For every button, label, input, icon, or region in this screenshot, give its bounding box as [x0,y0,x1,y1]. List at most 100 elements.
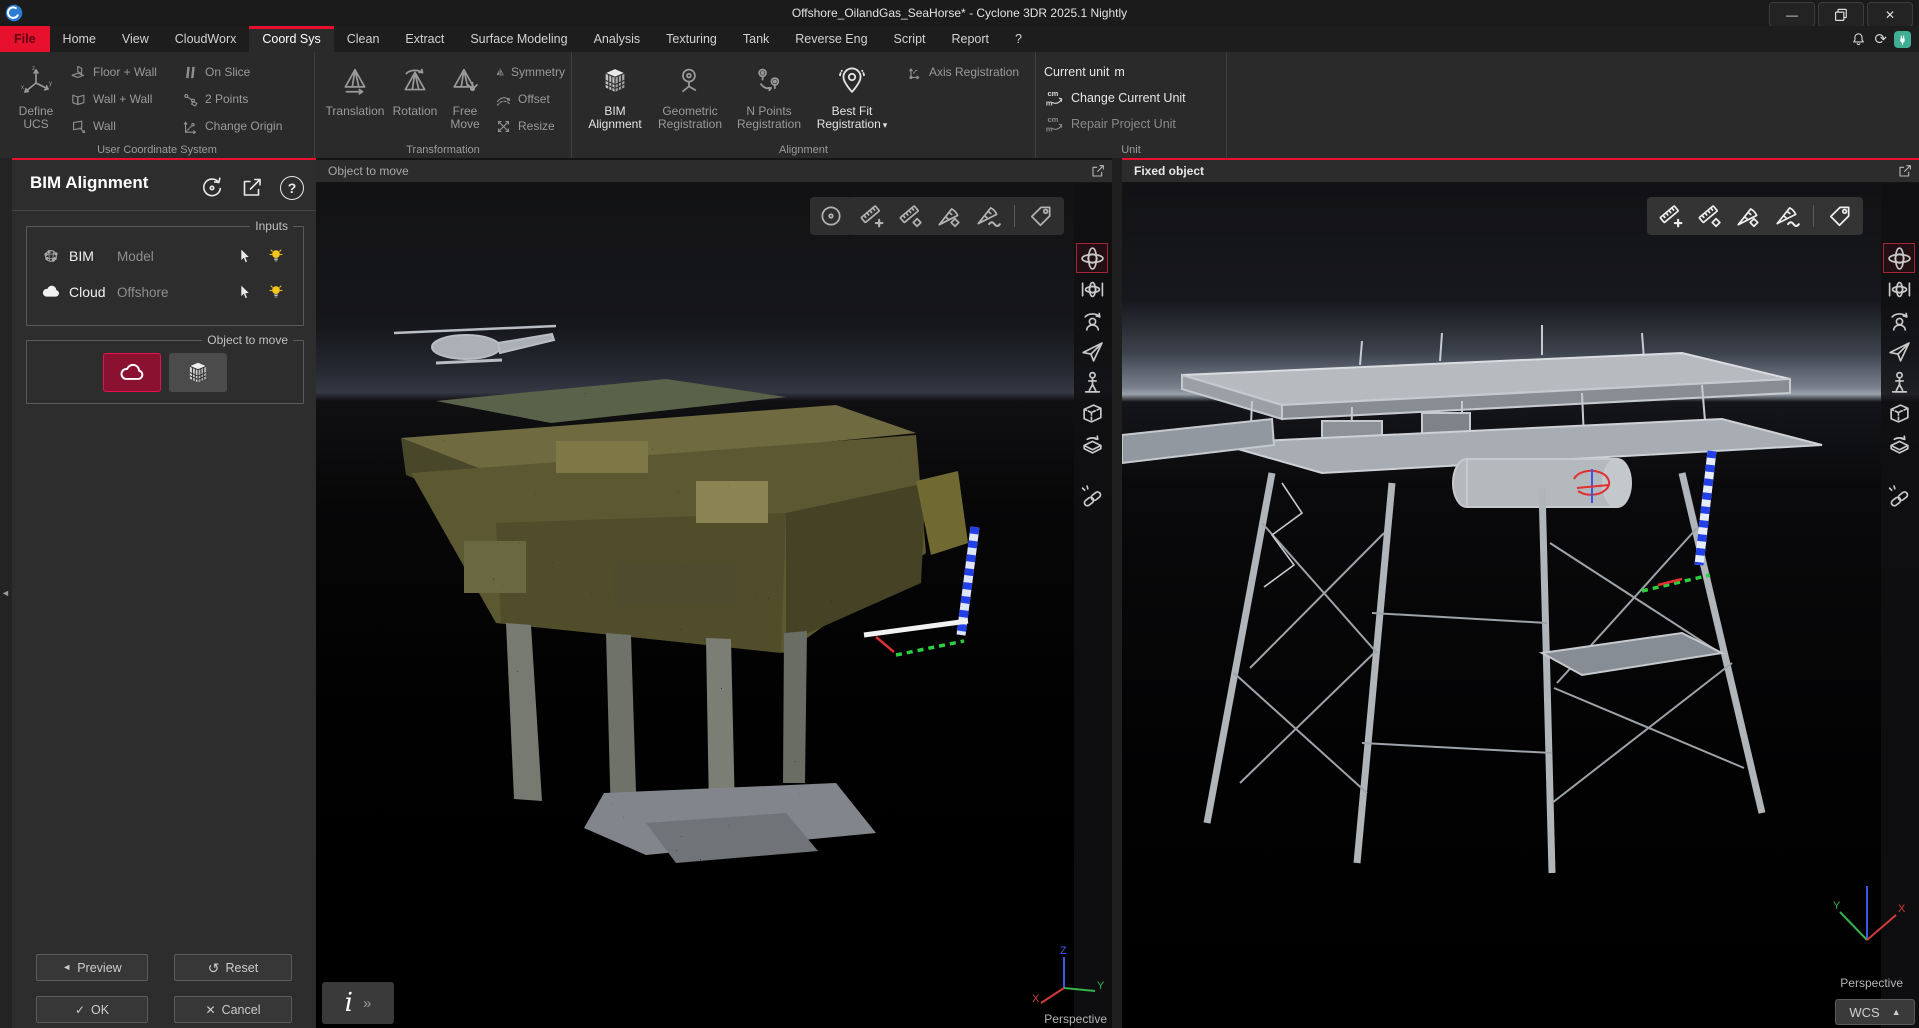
change-current-unit-button[interactable]: Change Current Unit [1044,89,1186,107]
tab-analysis[interactable]: Analysis [581,26,654,52]
help-icon[interactable]: ? [280,176,304,200]
geometric-registration-button[interactable]: Geometric Registration [650,56,730,142]
add-measurement-icon[interactable] [858,203,884,229]
walk-mode-button[interactable] [1076,367,1108,397]
add-measurement-icon[interactable] [1657,203,1683,229]
view-cube-button[interactable] [1883,398,1915,428]
angle-profile-icon[interactable] [1774,203,1800,229]
repair-project-unit-button[interactable]: Repair Project Unit [1044,115,1186,133]
on-slice-icon [182,64,199,81]
turntable-button[interactable] [1883,429,1915,459]
projection-label-left[interactable]: Perspective [1044,1012,1107,1026]
tab-tank[interactable]: Tank [730,26,782,52]
angle-profile-icon[interactable] [975,203,1001,229]
preview-button[interactable]: ◄Preview [36,954,148,981]
tab-view[interactable]: View [109,26,162,52]
constrained-orbit-button[interactable] [1883,274,1915,304]
close-button[interactable]: ✕ [1867,2,1913,27]
panel-collapse-handle[interactable]: ◄ [1,588,10,598]
viewport-splitter[interactable] [1112,158,1122,1028]
detach-panel-icon[interactable] [240,176,264,200]
free-move-button[interactable]: Free Move [443,56,487,142]
navigation-toolbar-left [1075,243,1109,513]
wall-wall-button[interactable]: Wall + Wall [70,90,176,108]
pick-bim-cursor-icon[interactable] [235,246,253,266]
rotation-button[interactable]: Rotation [387,56,443,142]
best-fit-dropdown-caret[interactable]: ▾ [883,120,888,130]
examine-icon [1887,308,1912,333]
edit-measurement-icon[interactable] [1696,203,1722,229]
svg-text:Y: Y [1833,900,1841,912]
tab-reverse-eng[interactable]: Reverse Eng [782,26,880,52]
examine-mode-button[interactable] [1883,305,1915,335]
label-tag-icon[interactable] [1827,203,1853,229]
viewport-left-expand-icon[interactable] [1090,163,1106,179]
tab-surface-modeling[interactable]: Surface Modeling [457,26,580,52]
tab-texturing[interactable]: Texturing [653,26,730,52]
walk-mode-button[interactable] [1883,367,1915,397]
change-origin-button[interactable]: Change Origin [182,117,294,135]
view-cube-button[interactable] [1076,398,1108,428]
tab-help[interactable]: ? [1002,26,1035,52]
fly-mode-button[interactable] [1076,336,1108,366]
rotation-icon [400,66,430,96]
edit-measurement-icon[interactable] [897,203,923,229]
tab-coord-sys[interactable]: Coord Sys [249,26,333,52]
inputs-legend: Inputs [250,219,293,233]
label-tag-icon[interactable] [1028,203,1054,229]
angle-measurement-icon[interactable] [936,203,962,229]
reset-history-icon[interactable] [200,176,224,200]
cloud-visibility-bulb-icon[interactable] [267,282,285,302]
move-cloud-toggle[interactable] [103,353,161,392]
tab-script[interactable]: Script [881,26,939,52]
angle-measurement-icon[interactable] [1735,203,1761,229]
resize-button[interactable]: Resize [495,117,565,135]
notifications-bell-icon[interactable] [1850,31,1867,48]
on-slice-button[interactable]: On Slice [182,63,294,81]
connection-status-icon[interactable] [1894,31,1911,48]
translation-button[interactable]: Translation [323,56,387,142]
floor-wall-button[interactable]: Floor + Wall [70,63,176,81]
geometric-registration-icon [675,66,705,96]
tab-home[interactable]: Home [50,26,109,52]
orbit-mode-button[interactable] [1076,243,1108,273]
best-fit-registration-button[interactable]: Best Fit Registration▾ [808,56,896,142]
tab-extract[interactable]: Extract [392,26,457,52]
tab-report[interactable]: Report [939,26,1003,52]
constrained-orbit-button[interactable] [1076,274,1108,304]
app-icon[interactable] [5,4,23,22]
tab-file[interactable]: File [0,26,50,52]
fly-mode-button[interactable] [1883,336,1915,366]
pick-cloud-cursor-icon[interactable] [235,282,253,302]
reset-button[interactable]: ↺Reset [174,954,292,981]
minimize-button[interactable]: — [1769,2,1815,27]
offset-button[interactable]: Offset [495,90,565,108]
tab-clean[interactable]: Clean [334,26,393,52]
link-views-button[interactable] [1076,482,1108,512]
sync-icon[interactable]: ⟳ [1874,32,1887,47]
move-bim-toggle[interactable] [169,353,227,392]
restore-button[interactable] [1818,2,1864,27]
projection-label-right[interactable]: Perspective [1840,976,1903,990]
info-button[interactable]: i » [322,982,394,1024]
symmetry-button[interactable]: Symmetry [495,63,565,81]
examine-mode-button[interactable] [1076,305,1108,335]
viewport-right-expand-icon[interactable] [1897,163,1913,179]
two-points-button[interactable]: 2 Points [182,90,294,108]
expand-info-chevrons[interactable]: » [363,995,371,1012]
bim-visibility-bulb-icon[interactable] [267,246,285,266]
wall-button[interactable]: Wall [70,117,176,135]
axis-registration-button[interactable]: Axis Registration [906,63,1026,81]
coordinate-system-dropdown[interactable]: WCS ▲ [1835,999,1915,1025]
tab-cloudworx[interactable]: CloudWorx [162,26,250,52]
n-points-registration-button[interactable]: N Points Registration [730,56,808,142]
bim-alignment-button[interactable]: BIM Alignment [580,56,650,142]
view-center-target-button[interactable] [810,197,852,235]
axis-gizmo-left: Z X Y [1026,944,1106,1010]
cancel-button[interactable]: ✕Cancel [174,996,292,1023]
define-ucs-button[interactable]: Define UCS [8,56,64,142]
orbit-mode-button[interactable] [1883,243,1915,273]
link-views-button[interactable] [1883,482,1915,512]
ok-button[interactable]: ✓OK [36,996,148,1023]
turntable-button[interactable] [1076,429,1108,459]
